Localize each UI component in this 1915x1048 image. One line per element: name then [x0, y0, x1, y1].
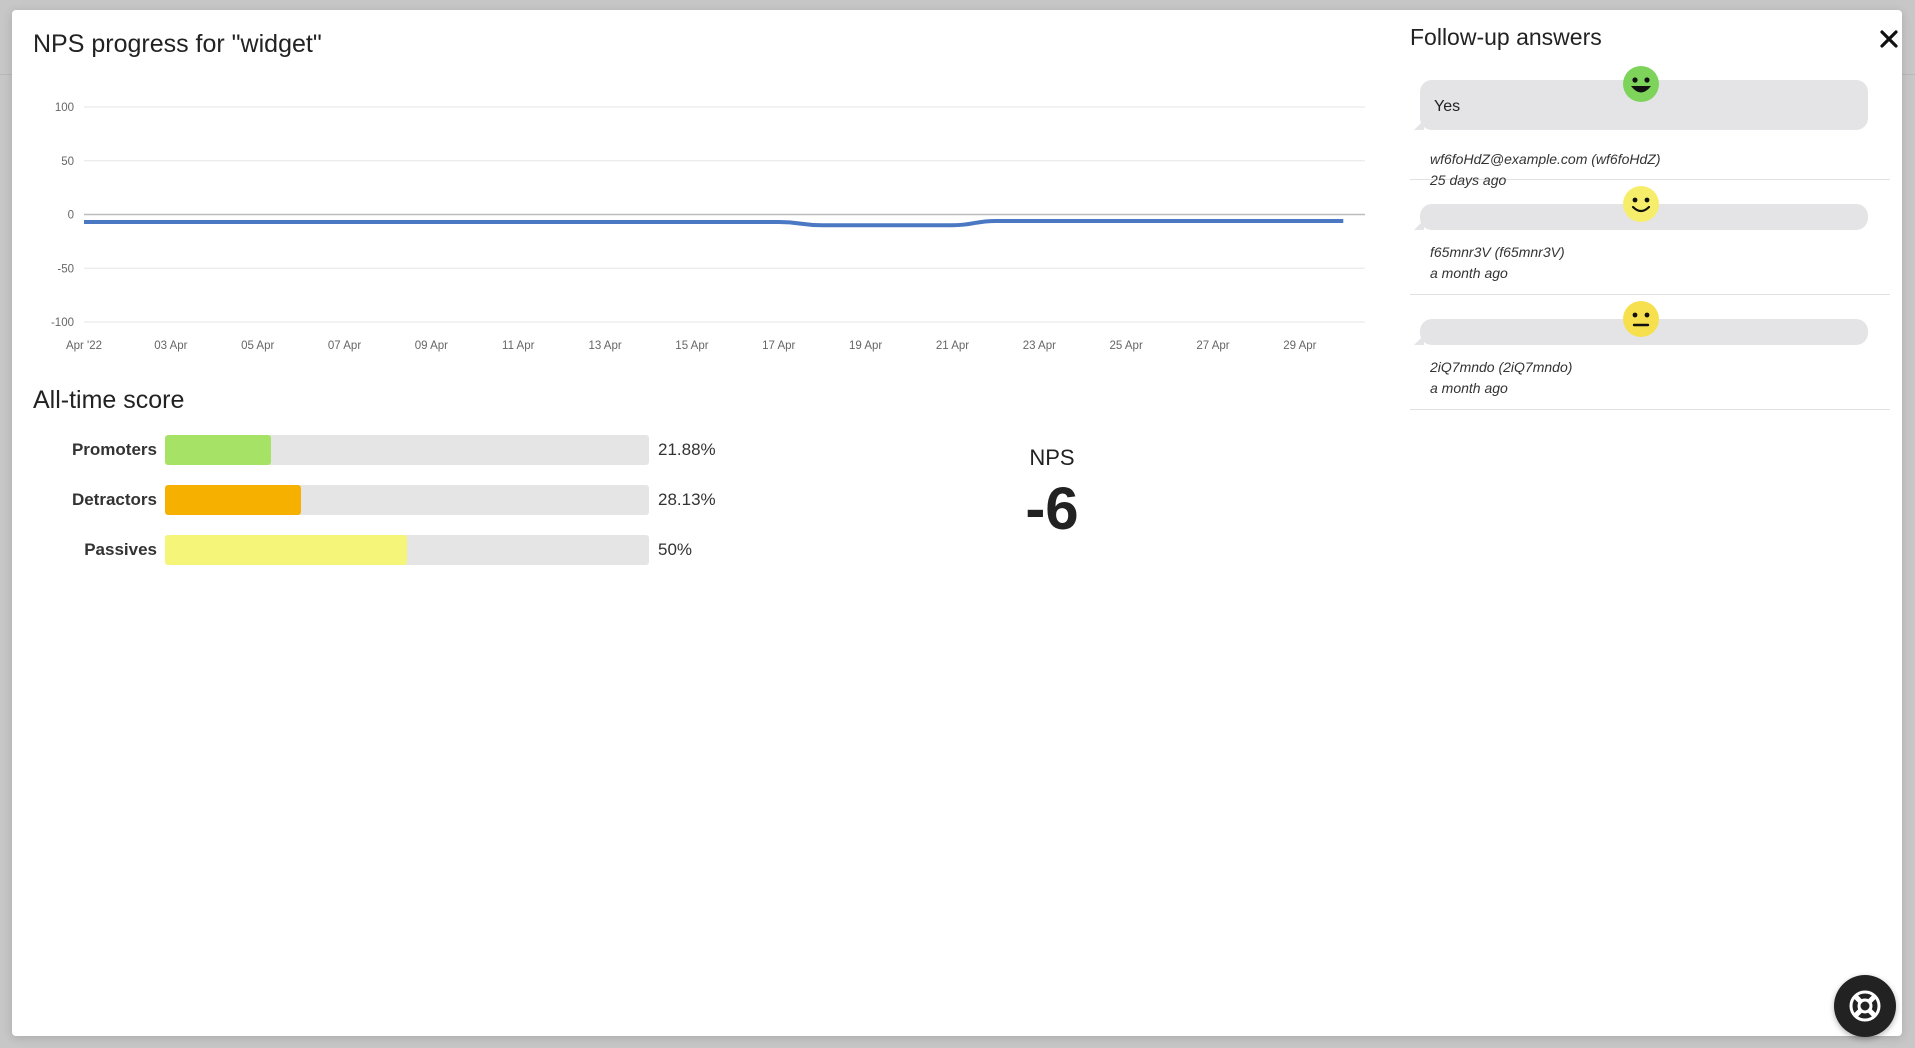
detractors-value: 28.13%	[658, 490, 716, 509]
passives-label: Passives	[84, 540, 157, 559]
x-tick-label: 13 Apr	[588, 340, 621, 352]
y-tick-label: -100	[51, 317, 74, 329]
smiling-face-icon	[1623, 186, 1659, 222]
x-tick-label: 05 Apr	[241, 340, 274, 352]
promoters-row: Promoters 21.88%	[33, 435, 716, 465]
modal-title: NPS progress for "widget"	[33, 30, 322, 58]
x-tick-label: 15 Apr	[675, 340, 708, 352]
nps-modal: NPS progress for "widget" 100 50 0 -50 -100 A…	[12, 10, 1904, 1037]
x-tick-label: 29 Apr	[1283, 340, 1316, 352]
all-time-score-bars: Promoters 21.88% Detractors 28.13% Passi…	[33, 435, 716, 585]
promoters-label: Promoters	[71, 440, 157, 459]
nps-score: NPS -6	[1002, 445, 1102, 539]
follow-up-user: f65mnr3V (f65mnr3V)	[1430, 244, 1565, 260]
passives-value: 50%	[658, 540, 693, 559]
neutral-face-icon	[1623, 301, 1659, 337]
follow-up-list: Yes wf6foHdZ@example.com (wf6foHdZ) 25 d…	[1410, 65, 1890, 410]
y-tick-label: 50	[61, 156, 74, 168]
passives-bar-fill	[165, 535, 407, 565]
follow-up-meta: 2iQ7mndo (2iQ7mndo) a month ago	[1430, 357, 1572, 399]
x-tick-label: 27 Apr	[1196, 340, 1229, 352]
y-tick-label: 0	[68, 210, 74, 222]
x-tick-label: 21 Apr	[936, 340, 969, 352]
help-button[interactable]	[1834, 975, 1896, 1037]
follow-up-item: 2iQ7mndo (2iQ7mndo) a month ago	[1410, 295, 1890, 410]
lifebuoy-icon	[1849, 990, 1881, 1022]
detractors-label: Detractors	[71, 490, 157, 509]
x-tick-label: 07 Apr	[328, 340, 361, 352]
nps-line-chart-svg: 100 50 0 -50 -100 Apr '22 03 Apr 05 Apr 07 Apr 09…	[51, 102, 1365, 352]
nps-label: NPS	[1029, 445, 1075, 470]
x-tick-label: 25 Apr	[1110, 340, 1143, 352]
detractors-bar-track	[165, 485, 649, 515]
x-tick-label: 17 Apr	[762, 340, 795, 352]
x-tick-label: 11 Apr	[502, 340, 535, 352]
follow-up-item: Yes wf6foHdZ@example.com (wf6foHdZ) 25 d…	[1410, 65, 1890, 188]
passives-bar-track	[165, 535, 649, 565]
follow-up-meta: f65mnr3V (f65mnr3V) a month ago	[1430, 242, 1565, 284]
x-tick-label: 09 Apr	[415, 340, 448, 352]
nps-series-line	[83, 218, 1344, 228]
follow-up-title: Follow-up answers	[1410, 24, 1602, 50]
promoters-bar-track	[165, 435, 649, 465]
close-icon	[1880, 30, 1898, 48]
x-tick-label: 03 Apr	[154, 340, 187, 352]
x-tick-label: 19 Apr	[849, 340, 882, 352]
follow-up-user: wf6foHdZ@example.com (wf6foHdZ)	[1430, 151, 1661, 167]
follow-up-time: a month ago	[1430, 380, 1508, 396]
x-tick-label: 23 Apr	[1023, 340, 1056, 352]
detractors-bar-fill	[165, 485, 302, 515]
nps-value: -6	[1025, 475, 1079, 542]
x-tick-label: Apr '22	[66, 340, 102, 352]
close-button[interactable]	[1874, 24, 1904, 54]
follow-up-item: f65mnr3V (f65mnr3V) a month ago	[1410, 180, 1890, 295]
detractors-row: Detractors 28.13%	[33, 485, 716, 515]
answer-text: Yes	[1434, 98, 1461, 115]
bubble-tail	[1414, 335, 1424, 345]
bubble-tail	[1414, 220, 1424, 230]
follow-up-user: 2iQ7mndo (2iQ7mndo)	[1430, 359, 1573, 375]
promoters-value: 21.88%	[658, 440, 716, 459]
follow-up-time: a month ago	[1430, 265, 1508, 281]
bubble-tail	[1414, 120, 1424, 130]
all-time-score-title: All-time score	[33, 386, 185, 414]
passives-row: Passives 50%	[33, 535, 716, 565]
y-tick-label: -50	[57, 263, 74, 275]
grinning-face-icon	[1623, 66, 1659, 102]
promoters-bar-fill	[165, 435, 271, 465]
y-tick-label: 100	[55, 102, 74, 114]
nps-progress-chart: 100 50 0 -50 -100 Apr '22 03 Apr 05 Apr 07 Apr 09…	[12, 80, 1372, 375]
